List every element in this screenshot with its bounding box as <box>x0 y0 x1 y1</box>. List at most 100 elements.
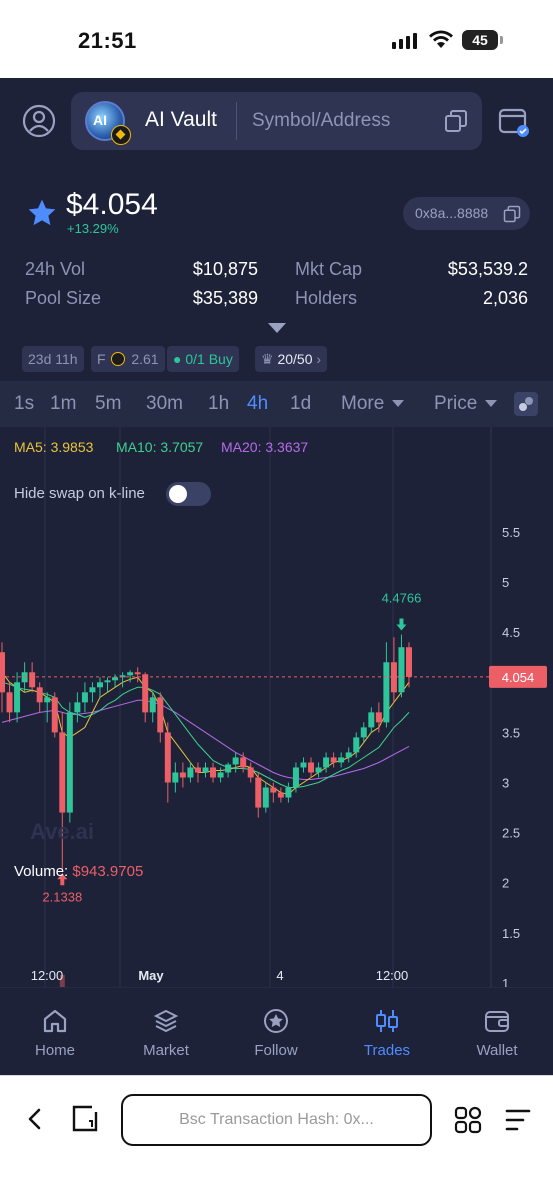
current-price: $4.054 <box>66 188 158 221</box>
buy-label: Buy <box>208 351 233 367</box>
candle-body <box>240 757 247 768</box>
y-tick-label: 4.5 <box>502 625 520 640</box>
price-label: Price <box>434 393 478 414</box>
stat-holders-label: Holders <box>295 288 358 308</box>
tab-timeframe-1d[interactable]: 1d <box>290 393 311 415</box>
wallet-connect-icon[interactable] <box>498 106 530 138</box>
nav-market-label: Market <box>143 1042 189 1059</box>
timeframe-bar: 1s 1m 5m 30m 1h 4h 1d More Price <box>0 381 553 427</box>
candle-body <box>179 772 186 778</box>
chevron-down-icon <box>392 400 405 408</box>
buy-count: 0/1 <box>185 351 205 367</box>
chart-settings-icon[interactable] <box>514 392 538 416</box>
copy-icon[interactable] <box>444 109 468 133</box>
user-profile-icon[interactable] <box>22 104 56 138</box>
hide-swap-label: Hide swap on k-line <box>14 485 145 502</box>
chevron-right-icon: › <box>316 351 322 367</box>
more-timeframes-dropdown[interactable]: More <box>341 393 405 415</box>
hide-swap-toggle[interactable] <box>166 482 211 506</box>
candles-icon <box>376 1010 398 1032</box>
token-search-bar[interactable]: AI AI Vault Symbol/Address <box>71 92 482 150</box>
top-bar: AI AI Vault Symbol/Address <box>0 78 553 166</box>
candle-body <box>0 652 5 693</box>
candle-body <box>232 757 239 765</box>
nav-trades[interactable]: Trades <box>332 988 442 1075</box>
candle-body <box>134 672 141 675</box>
browser-toolbar: Bsc Transaction Hash: 0x... <box>0 1075 553 1200</box>
ma5-legend: MA5: 3.9853 <box>14 439 94 455</box>
address-bar[interactable]: Bsc Transaction Hash: 0x... <box>121 1094 432 1146</box>
buy-count-chip[interactable]: ● 0/1 Buy <box>167 346 239 372</box>
x-tick-label: 4 <box>276 968 284 983</box>
y-tick-label: 3 <box>502 776 509 791</box>
expand-stats-caret-icon[interactable] <box>268 323 286 333</box>
candle-body <box>74 702 81 713</box>
f-score-chip[interactable]: F 2.61 <box>91 346 165 372</box>
tabs-icon[interactable] <box>70 1104 100 1134</box>
candle-body <box>285 787 292 798</box>
candle-body <box>315 767 322 773</box>
tab-timeframe-1h[interactable]: 1h <box>208 393 229 415</box>
nav-wallet[interactable]: Wallet <box>442 988 552 1075</box>
app-screen: AI AI Vault Symbol/Address $4.054 +13.29… <box>0 78 553 1075</box>
candle-body <box>127 672 134 676</box>
tab-timeframe-30m[interactable]: 30m <box>146 393 183 415</box>
candle-body <box>323 757 330 768</box>
favorite-star-icon[interactable] <box>26 197 58 229</box>
y-tick-label: 3.5 <box>502 725 520 740</box>
ave-watermark: Ave.ai <box>30 819 95 844</box>
contract-address-pill[interactable]: 0x8a...8888 <box>403 197 530 230</box>
y-tick-label: 5.5 <box>502 525 520 540</box>
candle-body <box>29 672 36 688</box>
y-tick-label: 1.5 <box>502 926 520 941</box>
status-bar: 21:51 45 <box>0 0 553 78</box>
toggle-knob <box>169 485 187 503</box>
ma20-legend: MA20: 3.3637 <box>221 439 309 455</box>
nav-market[interactable]: Market <box>111 988 221 1075</box>
nav-follow[interactable]: Follow <box>221 988 331 1075</box>
candle-body <box>89 687 96 693</box>
candle-body <box>36 687 43 703</box>
stat-pool-size-label: Pool Size <box>25 288 102 308</box>
price-chart[interactable]: 5.5 5 4.5 4 3.5 3 2.5 2 1.5 1 4.054 4.4766 2.1338 Av… <box>0 427 553 987</box>
candle-body <box>375 712 382 723</box>
crown-icon: ♛ <box>261 351 274 367</box>
candle-body <box>142 674 149 713</box>
candle-body <box>255 777 262 808</box>
candle-body <box>14 682 21 713</box>
kline-chart-svg[interactable]: 5.5 5 4.5 4 3.5 3 2.5 2 1.5 1 4.054 4.4766 2.1338 <box>0 427 553 987</box>
candle-body <box>66 712 73 813</box>
search-input[interactable]: Symbol/Address <box>252 110 390 132</box>
back-arrow-icon[interactable] <box>22 1106 48 1132</box>
candle-body <box>300 762 307 768</box>
f-score-label: F <box>97 351 106 367</box>
low-marker-label: 2.1338 <box>42 889 82 904</box>
candle-body <box>360 727 367 738</box>
candle-body <box>292 767 299 788</box>
token-age-chip: 23d 11h <box>22 346 84 372</box>
tab-timeframe-4h[interactable]: 4h <box>247 393 268 415</box>
tab-timeframe-1m[interactable]: 1m <box>50 393 76 415</box>
stat-mkt-cap-value: $53,539.2 <box>447 259 528 279</box>
high-marker-arrow <box>396 618 407 631</box>
candle-body <box>217 772 224 778</box>
copy-address-icon[interactable] <box>503 205 521 223</box>
status-time: 21:51 <box>78 28 137 53</box>
wallet-icon <box>485 1011 509 1032</box>
tab-timeframe-1s[interactable]: 1s <box>14 393 34 415</box>
menu-icon[interactable] <box>505 1108 531 1132</box>
apps-grid-icon[interactable] <box>454 1106 482 1134</box>
rank-chip[interactable]: ♛ 20/50 › <box>255 346 328 372</box>
price-mode-dropdown[interactable]: Price <box>434 393 498 415</box>
tab-timeframe-5m[interactable]: 5m <box>95 393 121 415</box>
f-score-value: 2.61 <box>131 351 159 367</box>
candle-body <box>81 692 88 703</box>
candle-body <box>44 697 51 703</box>
candle-body <box>345 752 352 758</box>
candle-body <box>277 792 284 798</box>
address-bar-text: Bsc Transaction Hash: 0x... <box>179 1111 374 1128</box>
money-bag-icon: ● <box>173 351 182 367</box>
stat-24h-vol-label: 24h Vol <box>25 259 86 279</box>
nav-home[interactable]: Home <box>0 988 110 1075</box>
nav-follow-label: Follow <box>254 1042 298 1059</box>
